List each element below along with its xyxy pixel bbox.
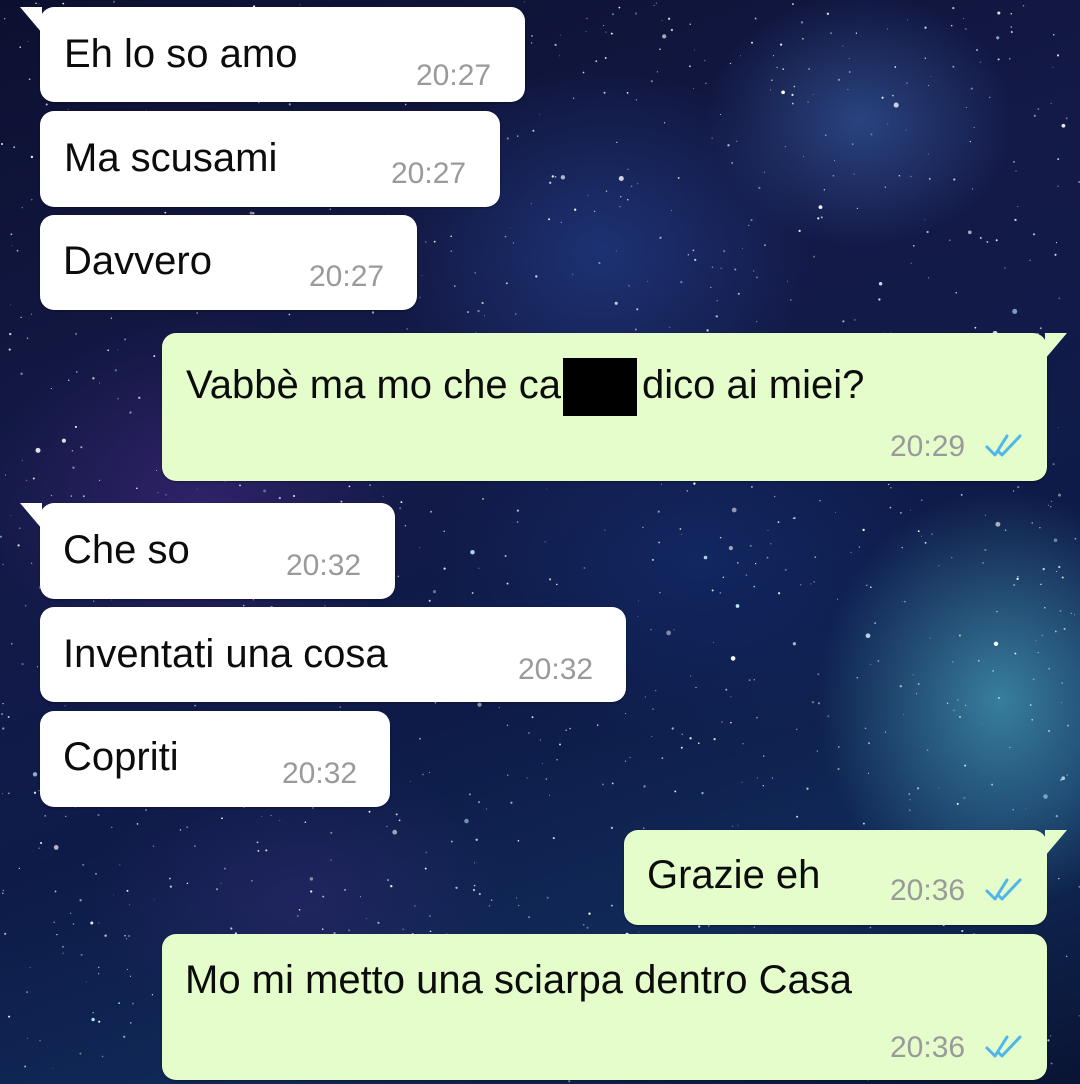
message-text: Eh lo so amo [64, 32, 298, 76]
outgoing-message[interactable]: Vabbè ma mo che ca dico ai miei? 20:29 [162, 333, 1067, 481]
incoming-message[interactable]: Eh lo so amo 20:27 [20, 7, 525, 102]
message-text: Mo mi metto una sciarpa dentro Casa [185, 958, 852, 1002]
message-text-part: Vabbè ma mo che ca [186, 363, 562, 407]
incoming-message[interactable]: Copriti 20:32 [40, 711, 390, 807]
outgoing-message[interactable]: Mo mi metto una sciarpa dentro Casa 20:3… [162, 934, 1047, 1080]
outgoing-message[interactable]: Grazie eh 20:36 [624, 830, 1067, 925]
message-text: Ma scusami [64, 136, 278, 180]
message-time: 20:27 [416, 59, 492, 92]
double-check-read-icon [985, 1035, 1022, 1058]
message-time: 20:36 [890, 874, 966, 907]
message-time: 20:32 [518, 653, 594, 686]
message-text: Davvero [63, 239, 212, 283]
incoming-message[interactable]: Davvero 20:27 [40, 215, 417, 310]
message-text-part: dico ai miei? [642, 363, 865, 407]
message-time: 20:27 [309, 260, 385, 293]
message-time: 20:32 [286, 549, 362, 582]
double-check-read-icon [985, 434, 1022, 457]
incoming-message[interactable]: Ma scusami 20:27 [40, 111, 500, 207]
double-check-read-icon [985, 878, 1022, 901]
message-text: Che so [63, 528, 190, 572]
message-text: Vabbè ma mo che ca dico ai miei? [186, 358, 864, 416]
incoming-message[interactable]: Che so 20:32 [20, 503, 395, 599]
message-text: Inventati una cosa [63, 632, 388, 676]
message-time: 20:29 [890, 430, 966, 463]
message-time: 20:27 [391, 157, 467, 190]
message-time: 20:36 [890, 1031, 966, 1064]
message-text: Grazie eh [647, 853, 821, 897]
message-time: 20:32 [282, 757, 358, 790]
message-text: Copriti [63, 735, 179, 779]
chat-message-list[interactable]: Eh lo so amo 20:27 Ma scusami 20:27 Davv… [0, 0, 1080, 1084]
incoming-message[interactable]: Inventati una cosa 20:32 [40, 607, 626, 702]
censored-word-block [563, 358, 638, 416]
